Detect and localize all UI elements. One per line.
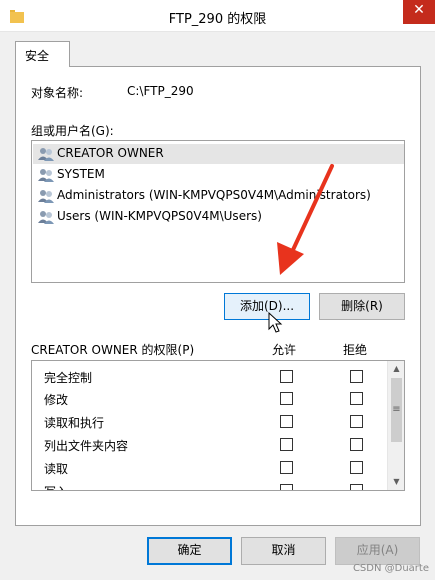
- permission-row-full-control: 完全控制: [32, 366, 387, 388]
- permission-row-read-execute: 读取和执行: [32, 411, 387, 433]
- apply-button[interactable]: 应用(A): [335, 537, 420, 565]
- users-icon: [38, 190, 54, 203]
- object-name-label: 对象名称:: [31, 86, 84, 100]
- allow-checkbox[interactable]: [280, 438, 293, 451]
- red-arrow-icon: [277, 164, 334, 275]
- ok-button[interactable]: 确定: [147, 537, 232, 565]
- scroll-grip-icon: ≡: [392, 404, 401, 415]
- window-title: FTP_290 的权限: [168, 12, 267, 27]
- users-icon: [38, 148, 54, 161]
- groups-label: 组或用户名(G):: [31, 124, 114, 138]
- tab-security[interactable]: 安全: [15, 41, 70, 67]
- permission-row-read: 读取: [32, 457, 387, 479]
- permission-row-modify: 修改: [32, 388, 387, 410]
- deny-checkbox[interactable]: [350, 461, 363, 474]
- close-icon: ✕: [413, 2, 425, 18]
- permission-name: 读取: [44, 462, 69, 476]
- deny-checkbox[interactable]: [350, 484, 363, 490]
- close-button[interactable]: ✕: [403, 0, 435, 24]
- tab-label: 安全: [25, 49, 50, 63]
- group-name: CREATOR OWNER: [57, 146, 164, 160]
- permission-name: 列出文件夹内容: [44, 439, 129, 453]
- cancel-button[interactable]: 取消: [241, 537, 326, 565]
- permission-name: 修改: [44, 393, 69, 407]
- deny-checkbox[interactable]: [350, 370, 363, 383]
- allow-checkbox[interactable]: [280, 415, 293, 428]
- permissions-scrollbar[interactable]: ▲ ≡ ▼: [387, 361, 404, 490]
- permission-row-write: 写入: [32, 480, 387, 490]
- group-name: Users (WIN-KMPVQPS0V4M\Users): [57, 209, 262, 223]
- allow-checkbox[interactable]: [280, 392, 293, 405]
- users-icon: [38, 211, 54, 224]
- deny-checkbox[interactable]: [350, 438, 363, 451]
- users-icon: [38, 169, 54, 182]
- deny-checkbox[interactable]: [350, 415, 363, 428]
- object-name-value: C:\FTP_290: [127, 84, 194, 98]
- scroll-down-icon[interactable]: ▼: [388, 477, 404, 486]
- watermark: CSDN @Duarte: [352, 563, 429, 574]
- permission-name: 完全控制: [44, 371, 93, 385]
- allow-header: 允许: [272, 343, 297, 357]
- allow-checkbox[interactable]: [280, 484, 293, 490]
- permissions-list[interactable]: 完全控制 修改 读取和执行 列出文件夹内容 读取 写入 ▲ ≡ ▼: [31, 360, 405, 491]
- allow-checkbox[interactable]: [280, 461, 293, 474]
- permissions-label: CREATOR OWNER 的权限(P): [31, 343, 195, 357]
- remove-button[interactable]: 删除(R): [319, 293, 405, 320]
- title-bar[interactable]: FTP_290 的权限 ✕: [0, 0, 435, 32]
- scroll-up-icon[interactable]: ▲: [388, 364, 404, 373]
- deny-checkbox[interactable]: [350, 392, 363, 405]
- permission-row-list-folder: 列出文件夹内容: [32, 434, 387, 456]
- mouse-cursor-icon: [268, 312, 283, 333]
- add-button[interactable]: 添加(D)...: [224, 293, 310, 320]
- group-name: SYSTEM: [57, 167, 105, 181]
- allow-checkbox[interactable]: [280, 370, 293, 383]
- permission-name: 读取和执行: [44, 416, 105, 430]
- permission-name: 写入: [44, 483, 68, 490]
- deny-header: 拒绝: [343, 343, 368, 357]
